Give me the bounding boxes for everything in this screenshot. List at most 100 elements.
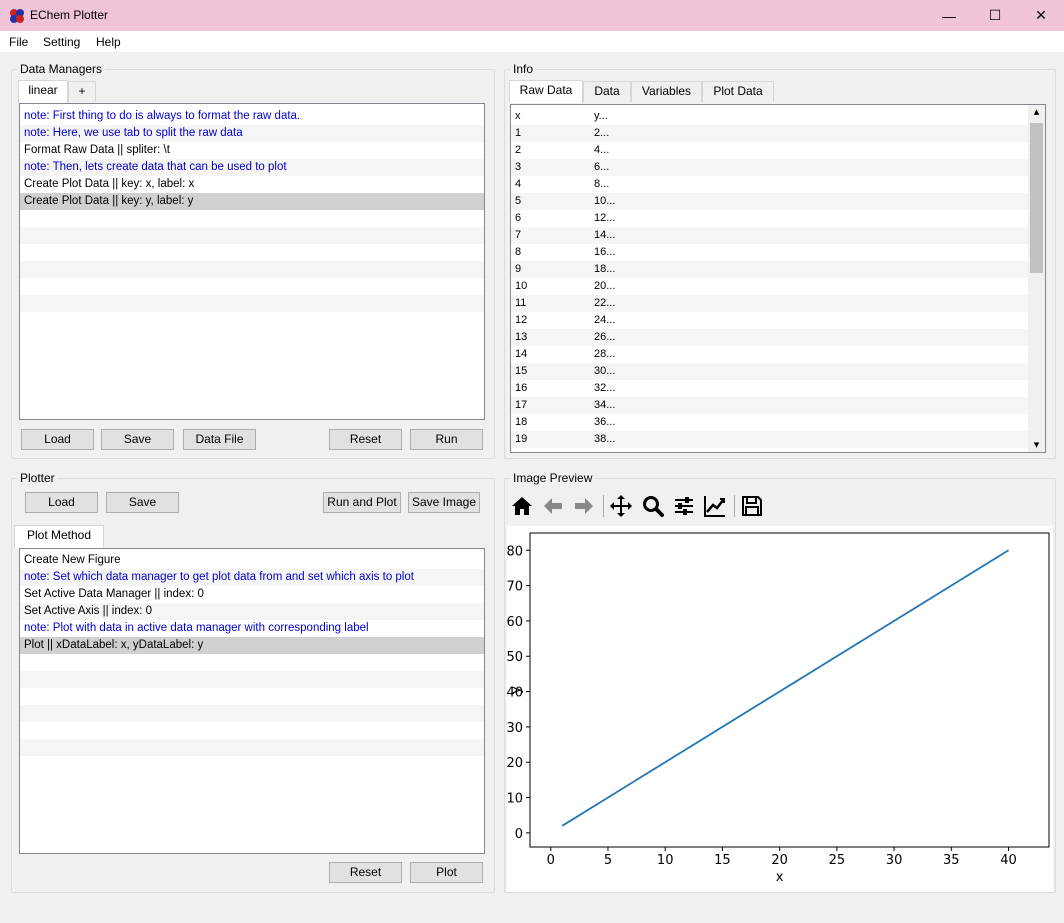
data-file-button[interactable]: Data File — [183, 429, 256, 450]
list-item[interactable]: Set Active Axis || index: 0 — [20, 603, 484, 620]
tab-plot-data[interactable]: Plot Data — [702, 81, 774, 102]
table-row[interactable]: 13 26... — [511, 329, 1028, 346]
tab-linear[interactable]: linear — [18, 80, 68, 103]
list-item[interactable]: Create New Figure — [20, 552, 484, 569]
save-image-button[interactable]: Save Image — [408, 492, 480, 513]
pan-icon[interactable] — [609, 494, 633, 518]
table-cell: 14... — [594, 229, 616, 241]
plot-method-list[interactable]: Create New Figure note: Set which data ma… — [19, 548, 485, 854]
table-cell: 14 — [515, 348, 528, 360]
tab-raw-data[interactable]: Raw Data — [509, 80, 583, 103]
maximize-button[interactable]: ☐ — [972, 0, 1018, 31]
table-cell: 16 — [515, 382, 528, 394]
table-cell: 10 — [515, 280, 528, 292]
zoom-icon[interactable] — [641, 494, 665, 518]
scroll-up-arrow[interactable]: ▴ — [1028, 105, 1045, 119]
image-preview-title: Image Preview — [513, 471, 593, 485]
table-row[interactable]: x y... — [511, 108, 1028, 125]
list-item[interactable]: note: Plot with data in active data mana… — [20, 620, 484, 637]
menu-help[interactable]: Help — [96, 35, 121, 49]
list-item[interactable]: note: First thing to do is always to for… — [20, 108, 484, 125]
tab-add[interactable]: + — [68, 81, 96, 102]
minimize-button[interactable]: — — [926, 0, 972, 31]
table-row[interactable]: 18 36... — [511, 414, 1028, 431]
table-row[interactable]: 5 10... — [511, 193, 1028, 210]
table-row[interactable]: 3 6... — [511, 159, 1028, 176]
list-item[interactable]: Plot || xDataLabel: x, yDataLabel: y — [20, 637, 484, 654]
list-item[interactable]: note: Here, we use tab to split the raw … — [20, 125, 484, 142]
plot-area — [529, 532, 1050, 848]
table-row[interactable]: 15 30... — [511, 363, 1028, 380]
table-row[interactable]: 10 20... — [511, 278, 1028, 295]
menu-file[interactable]: File — [9, 35, 28, 49]
configure-subplots-icon[interactable] — [672, 494, 696, 518]
table-row[interactable]: 8 16... — [511, 244, 1028, 261]
plotter-load-button[interactable]: Load — [25, 492, 98, 513]
table-cell: 38... — [594, 433, 616, 445]
table-cell: 4 — [515, 178, 522, 190]
table-cell: 8... — [594, 178, 610, 190]
table-row[interactable]: 6 12... — [511, 210, 1028, 227]
data-manager-list[interactable]: note: First thing to do is always to for… — [19, 103, 485, 420]
y-tick-label: 0 — [515, 827, 523, 842]
reset-button[interactable]: Reset — [329, 429, 402, 450]
table-cell: 34... — [594, 399, 616, 411]
table-cell: 6 — [515, 212, 522, 224]
table-cell: 12 — [515, 314, 528, 326]
empty-row — [20, 688, 484, 705]
table-cell: 7 — [515, 229, 522, 241]
tab-variables[interactable]: Variables — [631, 81, 702, 102]
list-item[interactable]: note: Set which data manager to get plot… — [20, 569, 484, 586]
table-cell: y... — [594, 110, 608, 122]
plotter-reset-button[interactable]: Reset — [329, 862, 402, 883]
list-item[interactable]: Create Plot Data || key: x, label: x — [20, 176, 484, 193]
empty-row — [20, 244, 484, 261]
table-row[interactable]: 2 4... — [511, 142, 1028, 159]
run-button[interactable]: Run — [410, 429, 483, 450]
table-cell: 12... — [594, 212, 616, 224]
forward-arrow-icon[interactable] — [572, 494, 596, 518]
list-item[interactable]: Create Plot Data || key: y, label: y — [20, 193, 484, 210]
x-tick-label: 35 — [943, 853, 960, 868]
plot-button[interactable]: Plot — [410, 862, 483, 883]
list-item[interactable]: Set Active Data Manager || index: 0 — [20, 586, 484, 603]
table-cell: 9 — [515, 263, 522, 275]
empty-row — [20, 739, 484, 756]
menu-setting[interactable]: Setting — [43, 35, 80, 49]
scroll-thumb[interactable] — [1030, 123, 1043, 273]
back-arrow-icon[interactable] — [541, 494, 565, 518]
table-cell: 16... — [594, 246, 616, 258]
tab-plot-method[interactable]: Plot Method — [14, 525, 104, 548]
table-row[interactable]: 17 34... — [511, 397, 1028, 414]
list-item[interactable]: Format Raw Data || spliter: \t — [20, 142, 484, 159]
table-row[interactable]: 4 8... — [511, 176, 1028, 193]
table-cell: 19 — [515, 433, 528, 445]
edit-axes-icon[interactable] — [703, 494, 727, 518]
data-managers-title: Data Managers — [20, 62, 103, 76]
table-row[interactable]: 19 38... — [511, 431, 1028, 448]
table-row[interactable]: 7 14... — [511, 227, 1028, 244]
plotter-save-button[interactable]: Save — [106, 492, 179, 513]
load-button[interactable]: Load — [21, 429, 94, 450]
save-button[interactable]: Save — [101, 429, 174, 450]
raw-data-table[interactable]: x y... 1 2... 2 4... 3 6... 4 8... 5 10... 6 12... 7 14… — [510, 104, 1046, 453]
close-button[interactable]: ✕ — [1018, 0, 1064, 31]
scroll-down-arrow[interactable]: ▾ — [1028, 438, 1045, 452]
table-row[interactable]: 1 2... — [511, 125, 1028, 142]
run-and-plot-button[interactable]: Run and Plot — [323, 492, 401, 513]
home-icon[interactable] — [510, 494, 534, 518]
tab-data[interactable]: Data — [583, 81, 631, 102]
table-cell: 13 — [515, 331, 528, 343]
empty-row — [20, 722, 484, 739]
table-row[interactable]: 11 22... — [511, 295, 1028, 312]
table-row[interactable]: 12 24... — [511, 312, 1028, 329]
table-row[interactable]: 14 28... — [511, 346, 1028, 363]
table-cell: 5 — [515, 195, 522, 207]
table-row[interactable]: 16 32... — [511, 380, 1028, 397]
list-item[interactable]: note: Then, lets create data that can be… — [20, 159, 484, 176]
table-cell: 6... — [594, 161, 610, 173]
save-figure-icon[interactable] — [740, 494, 764, 518]
table-row[interactable]: 9 18... — [511, 261, 1028, 278]
vertical-scrollbar[interactable]: ▴ ▾ — [1028, 105, 1045, 452]
toolbar-separator — [603, 495, 604, 517]
